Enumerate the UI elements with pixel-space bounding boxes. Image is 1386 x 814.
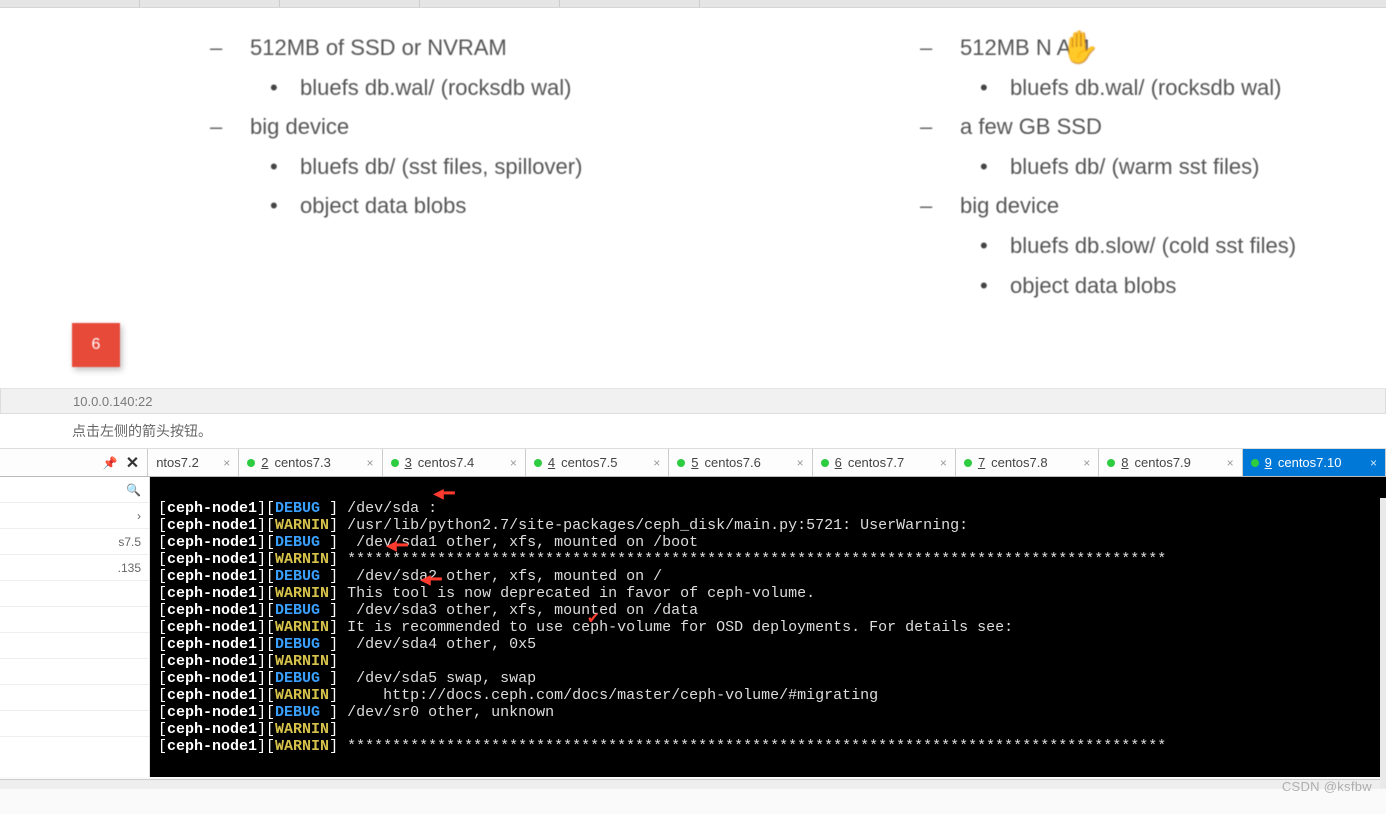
tab-label: ntos7.2 [156,455,199,470]
slide-line: 512MB N AM [960,28,1296,68]
tab-centos7-8[interactable]: 7 centos7.8 × [956,449,1099,476]
tab-centos7-9[interactable]: 8 centos7.9 × [1099,449,1242,476]
status-dot-icon [534,459,542,467]
sidebar-item[interactable] [0,581,149,607]
sidebar-item[interactable] [0,607,149,633]
slide-line: object data blobs [1010,266,1296,306]
tab-close-icon[interactable]: × [367,456,374,470]
tab-index: 7 [978,455,985,470]
session-tabbar: 📌 ✕ ntos7.2 × 2 centos7.3 × 3 centos7.4 × 4… [0,449,1386,477]
tab-label: centos7.7 [848,455,904,470]
tab-close-icon[interactable]: × [653,456,660,470]
slide-line: bluefs db.slow/ (cold sst files) [1010,226,1296,266]
status-dot-icon [1251,459,1259,467]
sidebar-item-label: .135 [118,561,141,575]
tab-close-icon[interactable]: × [223,456,230,470]
left-sidebar: 🔍 › s7.5 .135 [0,477,150,777]
tab-close-icon[interactable]: × [940,456,947,470]
sidebar-item[interactable]: .135 [0,555,149,581]
tab-centos7-2[interactable]: ntos7.2 × [148,449,239,476]
annotation-arrow-icon: ◀━ [386,535,408,557]
status-dot-icon [247,459,255,467]
tab-index: 9 [1265,455,1272,470]
annotation-arrow-icon: ✔ [588,607,599,629]
top-toolbar [0,0,1386,8]
terminal-output[interactable]: [ceph-node1][DEBUG ] /dev/sda : [ceph-no… [150,477,1386,777]
tab-close-icon[interactable]: × [510,456,517,470]
status-dot-icon [1107,459,1115,467]
workspace-row: 🔍 › s7.5 .135 [ceph-node1][DEBUG ] /dev/… [0,477,1386,777]
tab-close-icon[interactable]: × [797,456,804,470]
slide-line: bluefs db/ (warm sst files) [1010,147,1296,187]
tab-label: centos7.8 [991,455,1047,470]
tab-label: centos7.9 [1135,455,1191,470]
pin-icon[interactable]: 📌 [103,456,118,470]
tab-index: 5 [691,455,698,470]
status-dot-icon [964,459,972,467]
slide-line: object data blobs [300,186,582,226]
slide-line: big device [250,107,582,147]
tab-label: centos7.10 [1278,455,1342,470]
scrollbar[interactable] [1380,498,1386,788]
annotation-arrow-icon: ◀━ [420,569,442,591]
sidebar-expand-row[interactable]: › [0,503,149,529]
status-dot-icon [677,459,685,467]
tab-index: 2 [261,455,268,470]
slide-left-column: 512MB of SSD or NVRAM bluefs db.wal/ (ro… [200,28,582,226]
tab-centos7-4[interactable]: 3 centos7.4 × [383,449,526,476]
chevron-right-icon[interactable]: › [137,509,141,523]
help-text: 点击左侧的箭头按钮。 [72,423,212,439]
tab-index: 6 [835,455,842,470]
tab-index: 4 [548,455,555,470]
slide-line: a few GB SSD [960,107,1296,147]
tab-label: centos7.4 [418,455,474,470]
slide-line: 512MB of SSD or NVRAM [250,28,582,68]
connection-address: 10.0.0.140:22 [73,394,153,409]
sidebar-item[interactable]: s7.5 [0,529,149,555]
status-strip [0,779,1386,789]
hand-cursor-icon: ✋ [1060,28,1100,66]
slide-line: bluefs db/ (sst files, spillover) [300,147,582,187]
tab-close-icon[interactable]: × [1083,456,1090,470]
sidebar-item[interactable] [0,685,149,711]
slide-line: bluefs db.wal/ (rocksdb wal) [300,68,582,108]
tab-label: centos7.5 [561,455,617,470]
sidebar-item[interactable] [0,659,149,685]
tab-centos7-5[interactable]: 4 centos7.5 × [526,449,669,476]
slide-line: big device [960,186,1296,226]
sidebar-search-row[interactable]: 🔍 [0,477,149,503]
close-icon[interactable]: ✕ [126,453,139,473]
status-dot-icon [821,459,829,467]
tab-index: 8 [1121,455,1128,470]
slide-number-badge: 6 [72,323,120,367]
tab-centos7-6[interactable]: 5 centos7.6 × [669,449,812,476]
tab-centos7-10[interactable]: 9 centos7.10 × [1243,449,1386,476]
tab-centos7-7[interactable]: 6 centos7.7 × [813,449,956,476]
tab-close-icon[interactable]: × [1370,456,1377,470]
tab-label: centos7.3 [274,455,330,470]
sidebar-item[interactable] [0,633,149,659]
tab-centos7-3[interactable]: 2 centos7.3 × [239,449,382,476]
status-dot-icon [391,459,399,467]
tab-close-icon[interactable]: × [1227,456,1234,470]
tab-index: 3 [405,455,412,470]
annotation-arrow-icon: ◀━ [433,483,455,505]
slide-area: 512MB of SSD or NVRAM bluefs db.wal/ (ro… [0,8,1386,388]
tabbar-tools: 📌 ✕ [0,449,148,476]
search-icon[interactable]: 🔍 [126,483,141,497]
slide-right-column: 512MB N AM bluefs db.wal/ (rocksdb wal) … [910,28,1296,305]
help-bar: 点击左侧的箭头按钮。 [0,414,1386,449]
tab-label: centos7.6 [704,455,760,470]
sidebar-item[interactable] [0,711,149,737]
slide-line: bluefs db.wal/ (rocksdb wal) [1010,68,1296,108]
connection-bar: 10.0.0.140:22 [0,388,1386,414]
sidebar-item-label: s7.5 [118,535,141,549]
watermark: CSDN @ksfbw [1282,779,1372,794]
